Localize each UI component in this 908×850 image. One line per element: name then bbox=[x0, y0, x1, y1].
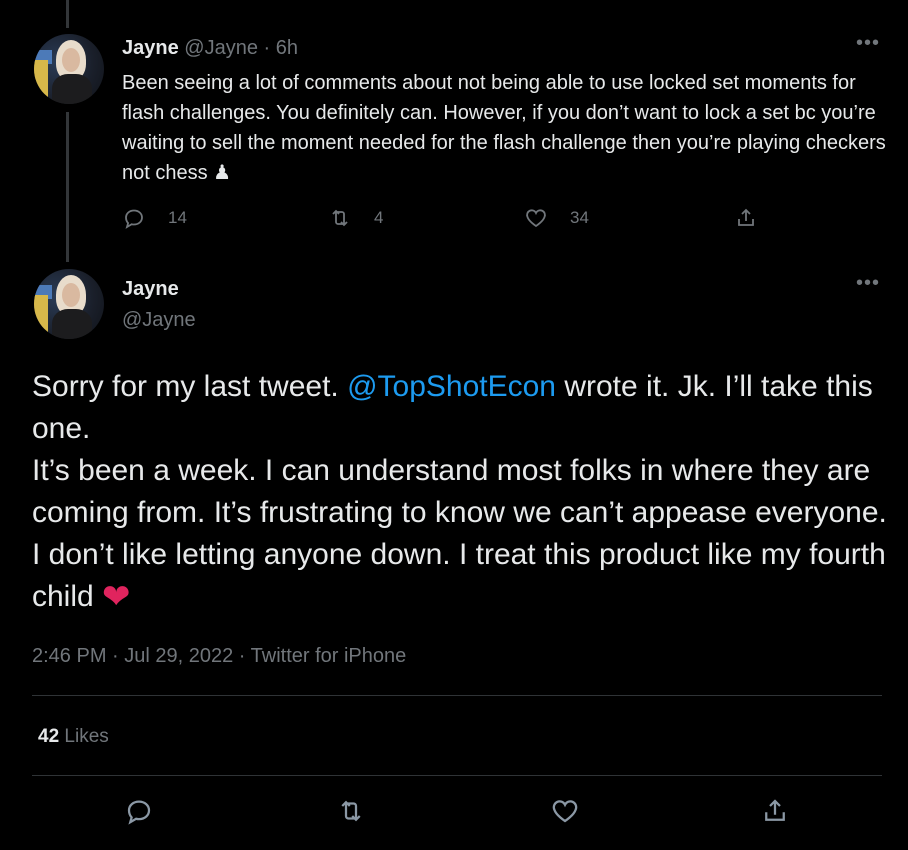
reply-count: 14 bbox=[168, 208, 187, 227]
like-button[interactable]: 34 bbox=[524, 206, 589, 230]
likes-summary[interactable]: 42 Likes bbox=[38, 726, 109, 748]
retweet-icon bbox=[332, 209, 348, 227]
share-button[interactable] bbox=[734, 206, 758, 230]
likes-count: 42 bbox=[38, 726, 60, 747]
likes-label: Likes bbox=[64, 726, 109, 747]
like-icon bbox=[552, 800, 578, 823]
tweet-header: Jayne @Jayne · 6h bbox=[122, 37, 298, 59]
mention-link[interactable]: @TopShotEcon bbox=[347, 370, 556, 403]
tweet-time[interactable]: 6h bbox=[276, 37, 298, 59]
heart-emoji: ❤ bbox=[102, 578, 131, 616]
author-name[interactable]: Jayne bbox=[122, 278, 179, 301]
tweet-timestamp[interactable]: 2:46 PM · Jul 29, 2022 · Twitter for iPh… bbox=[32, 645, 406, 668]
reply-button[interactable]: 14 bbox=[122, 206, 187, 230]
more-icon[interactable]: ••• bbox=[856, 272, 880, 295]
like-count: 34 bbox=[570, 208, 589, 227]
avatar[interactable] bbox=[34, 34, 104, 104]
reply-icon bbox=[125, 209, 143, 229]
share-icon bbox=[765, 799, 785, 821]
thread-line-top bbox=[66, 0, 69, 28]
tweet-text-part: Sorry for my last tweet. bbox=[32, 370, 348, 403]
author-handle[interactable]: @Jayne bbox=[184, 37, 258, 59]
avatar[interactable] bbox=[34, 269, 104, 339]
reply-button[interactable] bbox=[124, 796, 154, 831]
thread-line bbox=[66, 112, 69, 262]
author-handle[interactable]: @Jayne bbox=[122, 309, 196, 332]
tweet-text: Sorry for my last tweet. @TopShotEcon wr… bbox=[32, 366, 892, 618]
retweet-button[interactable]: 4 bbox=[328, 206, 383, 230]
tweet-actions bbox=[124, 796, 804, 828]
like-icon bbox=[526, 209, 546, 228]
retweet-button[interactable] bbox=[336, 796, 366, 831]
retweet-icon bbox=[341, 800, 361, 822]
reply-icon bbox=[127, 800, 151, 825]
share-button[interactable] bbox=[760, 796, 790, 831]
retweet-count: 4 bbox=[374, 208, 384, 227]
divider bbox=[32, 695, 882, 696]
tweet-actions: 14 4 34 bbox=[122, 206, 772, 236]
more-icon[interactable]: ••• bbox=[856, 32, 880, 55]
like-button[interactable] bbox=[550, 796, 580, 831]
tweet-text: Been seeing a lot of comments about not … bbox=[122, 72, 886, 184]
tweet-text-paragraph: It’s been a week. I can understand most … bbox=[32, 454, 887, 613]
author-name[interactable]: Jayne bbox=[122, 37, 179, 59]
divider bbox=[32, 775, 882, 776]
share-icon bbox=[738, 208, 754, 226]
